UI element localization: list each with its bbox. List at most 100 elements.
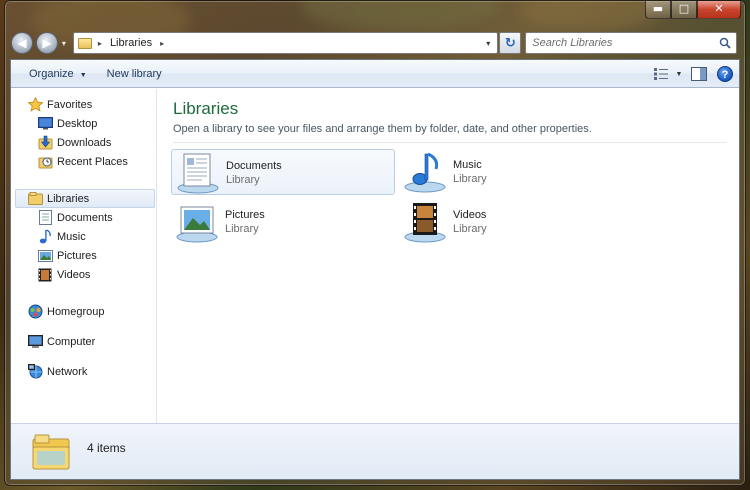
library-tile-pictures[interactable]: Pictures Library [171,199,395,245]
sidebar-item-videos[interactable]: Videos [11,265,156,284]
recent-places-icon [37,154,53,170]
library-name: Videos [453,209,487,221]
sidebar-item-label: Desktop [57,117,98,130]
navigation-bar: ◀ ▶ ▾ ▸ Libraries ▸ ▾ ↻ [11,31,737,55]
desktop-icon [37,116,53,132]
computer-icon [27,334,43,350]
library-type: Library [453,173,487,185]
homegroup-icon [27,304,43,320]
address-bar[interactable]: ▸ Libraries ▸ ▾ [72,32,499,54]
view-options-dropdown[interactable]: ▼ [673,71,685,78]
preview-pane-icon [691,67,707,81]
recent-pages-dropdown[interactable]: ▾ [59,32,69,54]
library-grid: Documents Library Music Library Pictures… [171,149,727,249]
sidebar-item-label: Music [57,230,86,243]
library-text: Music Library [453,151,487,185]
sidebar-item-label: Libraries [47,192,90,205]
breadcrumb-libraries[interactable]: Libraries [110,37,152,49]
sidebar-item-computer[interactable]: Computer [11,332,156,351]
documents-library-icon [177,153,219,194]
sidebar-item-favorites[interactable]: Favorites [11,95,156,114]
maximize-button[interactable]: □ [671,1,697,19]
navigation-pane: Favorites Desktop Downloads Recent Place… [11,89,157,423]
star-icon [27,97,43,113]
explorer-body: Organize ▼ New library ▼ ? Favorites Des… [10,59,740,480]
library-tile-music[interactable]: Music Library [399,149,623,195]
close-button[interactable]: ✕ [697,1,741,19]
refresh-button[interactable]: ↻ [499,32,522,54]
library-view: Libraries Open a library to see your fil… [157,89,739,423]
library-tile-videos[interactable]: Videos Library [399,199,623,245]
folder-icon [77,37,92,49]
chevron-down-icon: ▼ [79,71,87,79]
library-name: Documents [226,160,282,172]
preview-pane-button[interactable] [685,63,713,85]
music-library-icon [404,152,446,193]
command-bar: Organize ▼ New library ▼ ? [11,60,739,88]
content-area: Favorites Desktop Downloads Recent Place… [11,89,739,423]
sidebar-item-downloads[interactable]: Downloads [11,133,156,152]
sidebar-item-desktop[interactable]: Desktop [11,114,156,133]
network-icon [27,364,43,380]
forward-button[interactable]: ▶ [35,32,58,54]
library-text: Pictures Library [225,201,265,235]
organize-label: Organize [29,67,74,80]
search-box[interactable] [525,32,737,54]
pictures-library-icon [176,206,218,243]
new-library-button[interactable]: New library [97,63,172,85]
item-count: 4 items [87,440,126,455]
library-type: Library [225,223,259,235]
change-view-button[interactable] [649,63,673,85]
details-pane: 4 items [11,423,739,479]
sidebar-item-label: Documents [57,211,113,224]
sidebar-item-libraries[interactable]: Libraries [15,189,155,208]
pictures-icon [37,248,53,264]
documents-icon [37,210,53,226]
libraries-icon [27,191,43,207]
explorer-window: ▬ □ ✕ ◀ ▶ ▾ ▸ Libraries ▸ ▾ ↻ Search Lib… [4,0,746,486]
toolbar-right: ▼ ? [649,63,733,85]
library-tile-documents[interactable]: Documents Library [171,149,395,195]
help-button[interactable]: ? [717,66,733,82]
videos-library-icon [404,203,446,243]
sidebar-item-label: Videos [57,268,91,281]
library-name: Music [453,159,482,171]
sidebar-item-label: Network [47,365,88,378]
sidebar-item-label: Downloads [57,136,112,149]
back-arrow-icon: ◀ [17,36,27,50]
sidebar-item-recent-places[interactable]: Recent Places [11,152,156,171]
sidebar-item-label: Pictures [57,249,97,262]
breadcrumb-separator-icon[interactable]: ▸ [160,39,164,48]
videos-icon [37,267,53,283]
caption-buttons: ▬ □ ✕ [645,1,741,19]
sidebar-item-label: Computer [47,335,96,348]
breadcrumb-separator-icon[interactable]: ▸ [98,39,102,48]
library-type: Library [226,174,260,186]
refresh-icon: ↻ [504,35,516,50]
library-name: Pictures [225,209,265,221]
sidebar-item-documents[interactable]: Documents [11,208,156,227]
search-icon[interactable] [719,37,731,49]
address-dropdown-button[interactable]: ▾ [481,33,495,53]
page-subtitle: Open a library to see your files and arr… [173,123,727,143]
library-folder-icon [32,434,70,469]
sidebar-item-network[interactable]: Network [11,362,156,381]
forward-arrow-icon: ▶ [42,36,52,50]
sidebar-item-homegroup[interactable]: Homegroup [11,302,156,321]
sidebar-item-label: Favorites [47,98,93,111]
sidebar-item-music[interactable]: Music [11,227,156,246]
organize-button[interactable]: Organize ▼ [19,63,97,85]
sidebar-item-pictures[interactable]: Pictures [11,246,156,265]
downloads-icon [37,135,53,151]
sidebar-item-label: Homegroup [47,305,105,318]
library-text: Videos Library [453,201,487,235]
search-input[interactable] [532,37,713,49]
music-icon [37,229,53,245]
page-title: Libraries [173,99,239,118]
library-text: Documents Library [226,152,282,186]
view-details-icon [654,68,668,80]
library-type: Library [453,223,487,235]
sidebar-item-label: Recent Places [57,155,128,168]
back-button[interactable]: ◀ [11,32,33,54]
minimize-button[interactable]: ▬ [645,1,671,19]
